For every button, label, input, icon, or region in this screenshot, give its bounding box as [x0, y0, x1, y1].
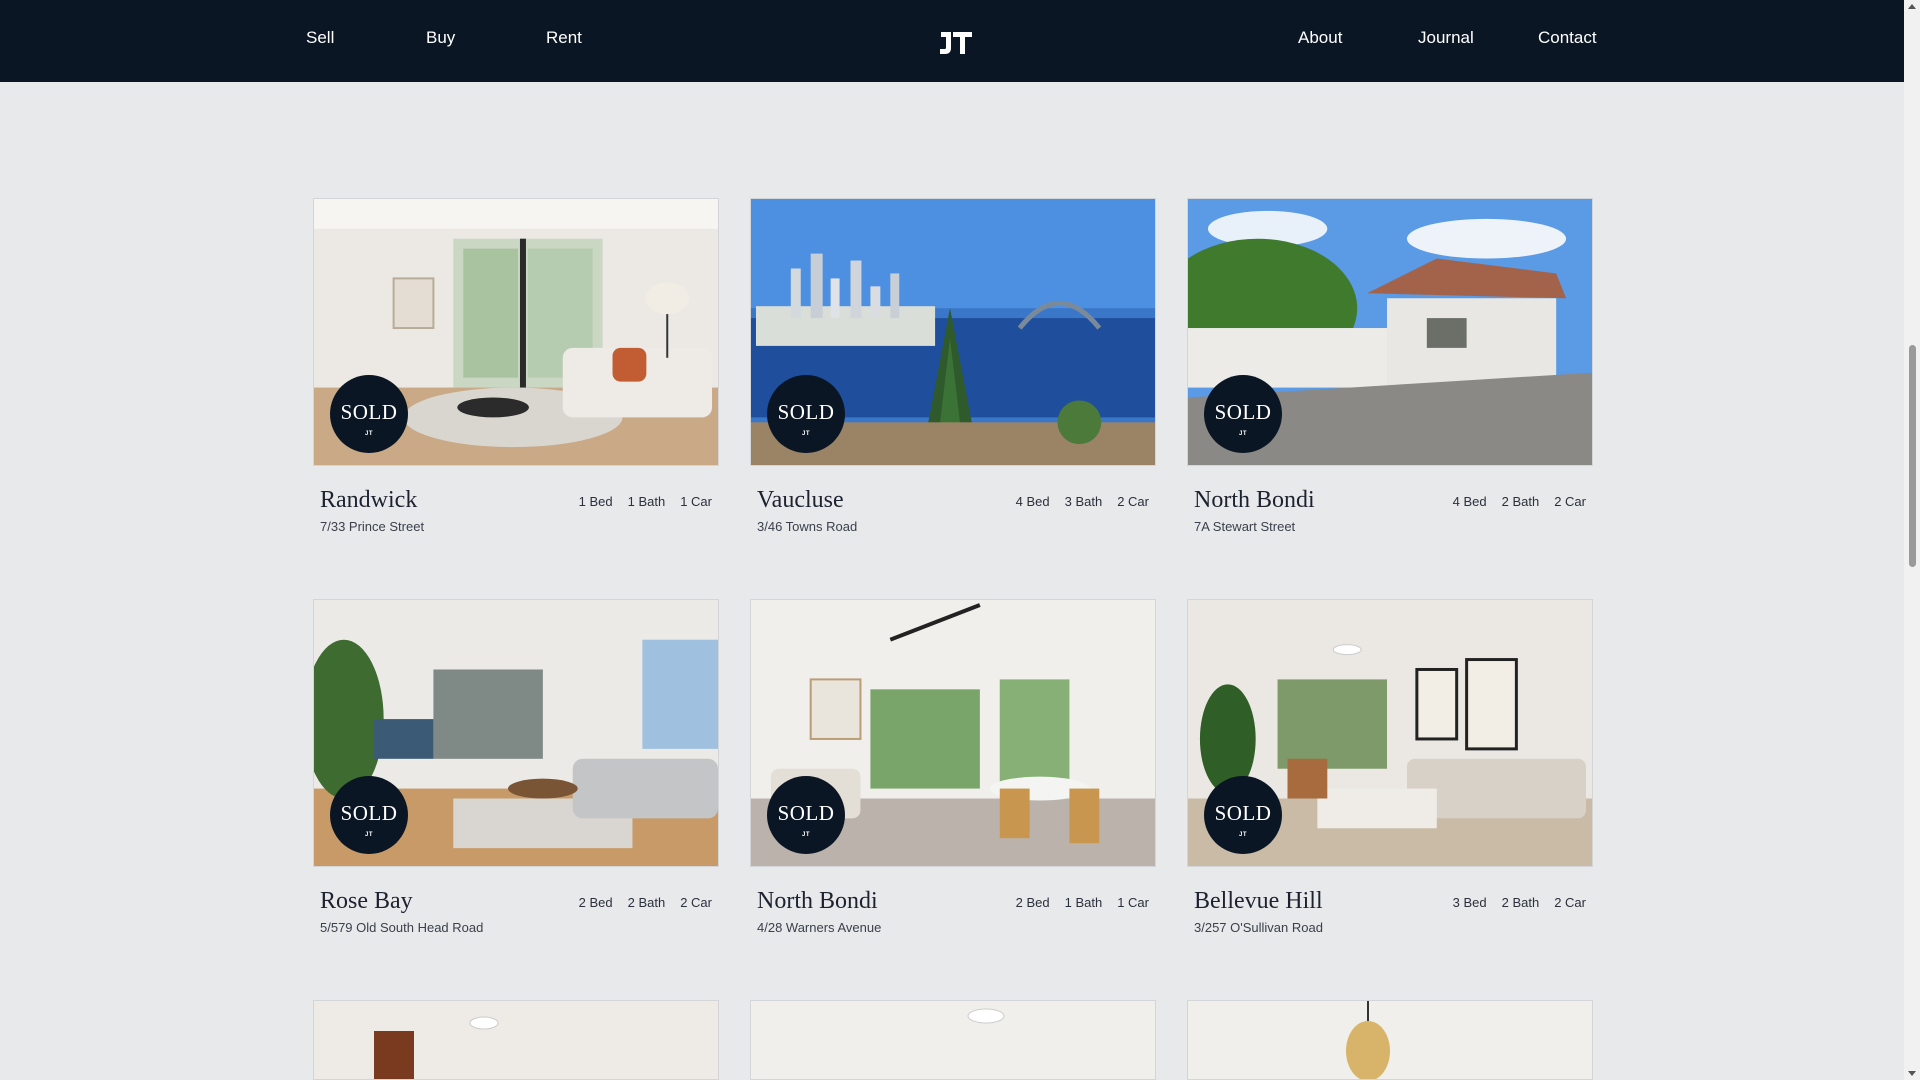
- listing-photo-partial[interactable]: [313, 1000, 719, 1080]
- interior-image: [1188, 1001, 1592, 1079]
- listing-photo[interactable]: SOLD JT: [313, 198, 719, 466]
- listing-address: 4/28 Warners Avenue: [757, 920, 882, 935]
- jt-logo-icon: [940, 32, 972, 54]
- listing-photo-partial[interactable]: [1187, 1000, 1593, 1080]
- listing-suburb[interactable]: North Bondi: [1194, 487, 1315, 514]
- scroll-up-arrow-icon[interactable]: [1908, 4, 1916, 9]
- scroll-thumb[interactable]: [1909, 345, 1916, 567]
- listing-specs: 1 Bed 1 Bath 1 Car: [579, 494, 712, 509]
- bath-count: 2 Bath: [1501, 895, 1540, 910]
- listing-suburb[interactable]: Bellevue Hill: [1194, 888, 1323, 915]
- listing-card[interactable]: SOLD JT North Bondi 2 Bed 1 Bath 1 Car 4…: [750, 599, 1156, 935]
- bath-count: 2 Bath: [627, 895, 666, 910]
- listing-specs: 3 Bed 2 Bath 2 Car: [1453, 895, 1586, 910]
- nav-about-link[interactable]: About: [1298, 28, 1342, 48]
- listing-card[interactable]: SOLD JT Vaucluse 4 Bed 3 Bath 2 Car 3/46…: [750, 198, 1156, 534]
- car-count: 1 Car: [680, 494, 712, 509]
- listing-address: 7/33 Prince Street: [320, 519, 425, 534]
- listing-specs: 4 Bed 2 Bath 2 Car: [1453, 494, 1586, 509]
- listing-specs: 2 Bed 1 Bath 1 Car: [1016, 895, 1149, 910]
- car-count: 2 Car: [1554, 895, 1586, 910]
- bath-count: 1 Bath: [1064, 895, 1103, 910]
- sold-badge: SOLD JT: [767, 776, 845, 854]
- listing-suburb[interactable]: Randwick: [320, 487, 417, 514]
- bath-count: 3 Bath: [1064, 494, 1103, 509]
- bed-count: 4 Bed: [1015, 494, 1050, 509]
- car-count: 2 Car: [680, 895, 712, 910]
- listing-suburb[interactable]: Rose Bay: [320, 888, 413, 915]
- listing-address: 3/46 Towns Road: [757, 519, 858, 534]
- sold-badge: SOLD JT: [330, 375, 408, 453]
- top-navbar: Sell Buy Rent About Journal Contact: [0, 0, 1904, 82]
- listing-address: 7A Stewart Street: [1194, 519, 1296, 534]
- listing-suburb[interactable]: North Bondi: [757, 888, 878, 915]
- page-scrollbar[interactable]: [1904, 0, 1920, 1080]
- car-count: 2 Car: [1117, 494, 1149, 509]
- sold-badge: SOLD JT: [1204, 776, 1282, 854]
- bed-count: 3 Bed: [1452, 895, 1487, 910]
- nav-contact-link[interactable]: Contact: [1538, 28, 1597, 48]
- listing-address: 5/579 Old South Head Road: [320, 920, 484, 935]
- nav-journal-link[interactable]: Journal: [1418, 28, 1474, 48]
- bed-count: 2 Bed: [1015, 895, 1050, 910]
- listing-specs: 4 Bed 3 Bath 2 Car: [1016, 494, 1149, 509]
- bath-count: 2 Bath: [1501, 494, 1540, 509]
- listing-specs: 2 Bed 2 Bath 2 Car: [579, 895, 712, 910]
- sold-badge: SOLD JT: [767, 375, 845, 453]
- listing-photo[interactable]: SOLD JT: [750, 599, 1156, 867]
- listing-card[interactable]: SOLD JT Rose Bay 2 Bed 2 Bath 2 Car 5/57…: [313, 599, 719, 935]
- bath-count: 1 Bath: [627, 494, 666, 509]
- nav-rent-link[interactable]: Rent: [546, 28, 582, 48]
- listing-photo[interactable]: SOLD JT: [1187, 599, 1593, 867]
- listing-card[interactable]: SOLD JT North Bondi 4 Bed 2 Bath 2 Car 7…: [1187, 198, 1593, 534]
- sold-badge: SOLD JT: [1204, 375, 1282, 453]
- listing-photo-partial[interactable]: [750, 1000, 1156, 1080]
- listing-card[interactable]: SOLD JT Bellevue Hill 3 Bed 2 Bath 2 Car…: [1187, 599, 1593, 935]
- nav-buy-link[interactable]: Buy: [426, 28, 455, 48]
- listing-photo[interactable]: SOLD JT: [750, 198, 1156, 466]
- jt-logo[interactable]: [939, 30, 973, 56]
- listing-suburb[interactable]: Vaucluse: [757, 487, 844, 514]
- listing-address: 3/257 O'Sullivan Road: [1194, 920, 1323, 935]
- car-count: 2 Car: [1554, 494, 1586, 509]
- interior-image: [314, 1001, 718, 1079]
- listing-photo[interactable]: SOLD JT: [313, 599, 719, 867]
- bed-count: 2 Bed: [578, 895, 613, 910]
- interior-image: [751, 1001, 1155, 1079]
- sold-badge: SOLD JT: [330, 776, 408, 854]
- bed-count: 4 Bed: [1452, 494, 1487, 509]
- scroll-down-arrow-icon[interactable]: [1908, 1071, 1916, 1076]
- listing-card[interactable]: SOLD JT Randwick 1 Bed 1 Bath 1 Car 7/33…: [313, 198, 719, 534]
- nav-sell-link[interactable]: Sell: [306, 28, 334, 48]
- bed-count: 1 Bed: [578, 494, 613, 509]
- car-count: 1 Car: [1117, 895, 1149, 910]
- listing-photo[interactable]: SOLD JT: [1187, 198, 1593, 466]
